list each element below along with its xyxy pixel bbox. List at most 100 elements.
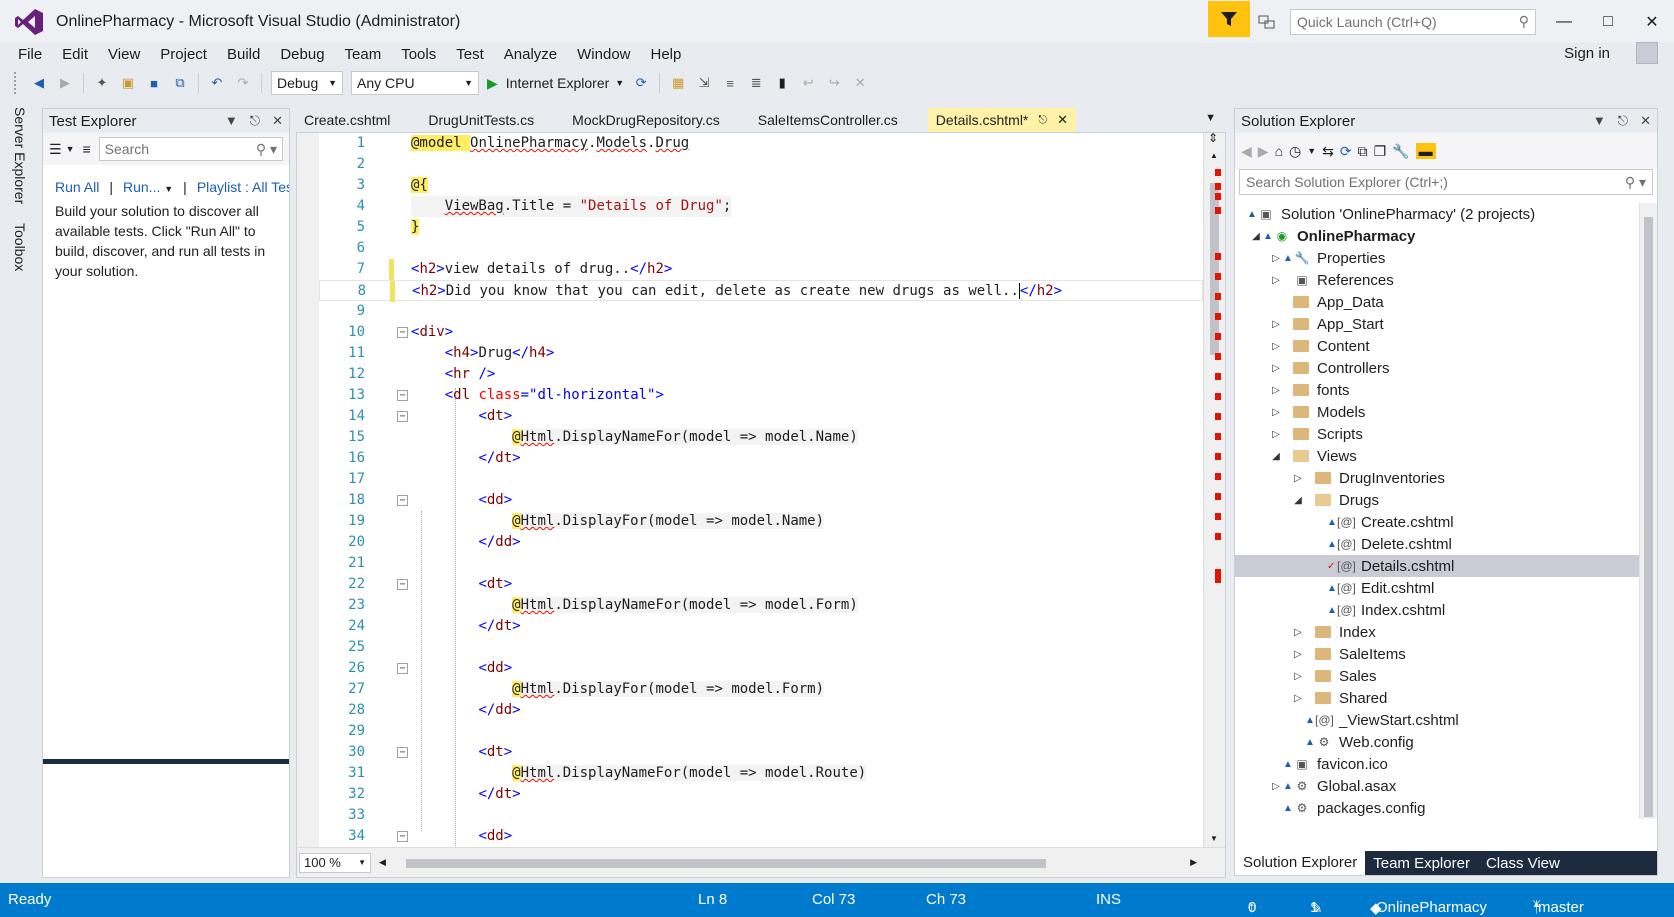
code-line[interactable]: 13 − <dl class="dl-horizontal"> xyxy=(319,385,1203,406)
collapsed-icon[interactable]: ▷ xyxy=(1269,407,1283,418)
minimize-button[interactable]: — xyxy=(1542,4,1586,40)
collapsed-icon[interactable]: ▷ xyxy=(1269,363,1283,374)
code-line[interactable]: 26 − <dd> xyxy=(319,658,1203,679)
code-line[interactable]: 10 − <div> xyxy=(319,322,1203,343)
zoom-select[interactable]: 100 % ▼ xyxy=(299,852,371,873)
error-marker[interactable] xyxy=(1215,207,1221,214)
tab-team-explorer[interactable]: Team Explorer xyxy=(1365,855,1478,872)
save-all-icon[interactable]: ⧉ xyxy=(169,72,191,94)
error-marker[interactable] xyxy=(1215,533,1221,540)
code-line[interactable]: 31 @Html.DisplayNameFor(model => model.R… xyxy=(319,763,1203,784)
tree-node-index-cshtml[interactable]: ▲ [@] Index.cshtml xyxy=(1327,599,1445,621)
scroll-left-icon[interactable]: ◀ xyxy=(379,857,386,868)
expanded-icon[interactable]: ◢ xyxy=(1269,451,1283,462)
split-icon[interactable]: ⇕ xyxy=(1208,133,1218,145)
menu-test[interactable]: Test xyxy=(446,46,494,63)
undo-icon[interactable]: ↶ xyxy=(206,72,228,94)
tree-node-solution[interactable]: ▲ ▣ Solution 'OnlinePharmacy' (2 projects) xyxy=(1247,203,1535,225)
scroll-right-icon[interactable]: ▶ xyxy=(1190,857,1197,868)
back-icon[interactable]: ◀ xyxy=(1241,143,1252,160)
step-over-icon[interactable]: ⇲ xyxy=(693,72,715,94)
preview-selected-icon[interactable]: ▬ xyxy=(1415,143,1436,159)
window-position-icon[interactable]: ▼ xyxy=(1593,113,1606,129)
tab-create-cshtml[interactable]: Create.cshtml xyxy=(296,108,398,132)
code-line[interactable]: 14 − <dt> xyxy=(319,406,1203,427)
code-line[interactable]: 12 <hr /> xyxy=(319,364,1203,385)
group-by-icon[interactable]: ☰ xyxy=(49,141,62,158)
bookmark-icon[interactable]: ▮ xyxy=(771,72,793,94)
scroll-up-icon[interactable]: ▲ xyxy=(1210,151,1218,160)
tab-details-cshtml[interactable]: Details.cshtml* ⎋ ✕ xyxy=(927,108,1076,132)
code-line[interactable]: 28 </dd> xyxy=(319,700,1203,721)
redo-icon[interactable]: ↷ xyxy=(232,72,254,94)
code-line[interactable]: 3 @{ xyxy=(319,175,1203,196)
server-explorer-tab[interactable]: Server Explorer xyxy=(12,107,28,204)
collapse-icon[interactable]: − xyxy=(397,747,408,758)
error-marker[interactable] xyxy=(1215,253,1221,260)
error-marker[interactable] xyxy=(1215,273,1221,280)
tree-node-packages-config[interactable]: ▲ ⚙ packages.config xyxy=(1283,797,1425,819)
tab-list-dropdown-icon[interactable]: ▼ xyxy=(1205,112,1216,124)
properties-icon[interactable]: 🔧 xyxy=(1392,143,1409,160)
refresh-icon[interactable]: ⟳ xyxy=(1340,143,1352,160)
error-marker[interactable] xyxy=(1215,313,1221,320)
toolbox-tab[interactable]: Toolbox xyxy=(12,223,28,271)
tree-node-scripts[interactable]: ▷ Scripts xyxy=(1269,423,1363,445)
collapse-icon[interactable]: − xyxy=(397,831,408,842)
error-marker[interactable] xyxy=(1215,353,1221,360)
new-project-icon[interactable]: ✦ xyxy=(91,72,113,94)
tab-drugunittests-cs[interactable]: DrugUnitTests.cs xyxy=(420,108,542,132)
error-marker[interactable] xyxy=(1215,293,1221,300)
error-marker[interactable] xyxy=(1215,413,1221,420)
pin-icon[interactable]: ⎋ xyxy=(1038,108,1047,132)
code-line[interactable]: 19 @Html.DisplayFor(model => model.Name) xyxy=(319,511,1203,532)
tab-saleitemscontroller-cs[interactable]: SaleItemsController.cs xyxy=(750,108,906,132)
collapsed-icon[interactable]: ▷ xyxy=(1291,649,1305,660)
menu-view[interactable]: View xyxy=(98,46,150,63)
collapsed-icon[interactable]: ▷ xyxy=(1269,385,1283,396)
quick-launch-input[interactable]: Quick Launch (Ctrl+Q) ⚲ xyxy=(1290,8,1536,35)
pin-icon[interactable]: ⎋ xyxy=(250,113,260,129)
collapsed-icon[interactable]: ▷ xyxy=(1269,253,1283,264)
error-marker[interactable] xyxy=(1215,453,1221,460)
code-line[interactable]: 21 xyxy=(319,553,1203,574)
code-line[interactable]: 18 − <dd> xyxy=(319,490,1203,511)
browser-link-icon[interactable]: ▦ xyxy=(667,72,689,94)
error-marker[interactable] xyxy=(1215,183,1221,190)
playlist-link[interactable]: Playlist : All Tests xyxy=(197,179,289,195)
close-window-button[interactable]: ✕ xyxy=(1630,4,1674,40)
code-line[interactable]: 11 <h4>Drug</h4> xyxy=(319,343,1203,364)
code-line[interactable]: 24 </dt> xyxy=(319,616,1203,637)
editor-horizontal-scrollbar[interactable] xyxy=(396,856,1180,870)
forward-icon[interactable]: ▶ xyxy=(1258,143,1269,160)
code-line[interactable]: 33 xyxy=(319,805,1203,826)
tree-node-delete-cshtml[interactable]: ▲ [@] Delete.cshtml xyxy=(1327,533,1452,555)
menu-window[interactable]: Window xyxy=(567,46,640,63)
code-line[interactable]: 16 </dt> xyxy=(319,448,1203,469)
collapsed-icon[interactable]: ▷ xyxy=(1269,429,1283,440)
navigate-forward-icon[interactable]: ▶ xyxy=(54,72,76,94)
code-line[interactable]: 25 xyxy=(319,637,1203,658)
collapse-icon[interactable]: − xyxy=(397,663,408,674)
navigate-back-icon[interactable]: ◀ xyxy=(28,72,50,94)
code-line[interactable]: 9 xyxy=(319,301,1203,322)
expanded-icon[interactable]: ◢ xyxy=(1291,495,1305,506)
pending-changes-filter-icon[interactable]: ◷ xyxy=(1289,143,1301,160)
tree-node-saleitems[interactable]: ▷ SaleItems xyxy=(1291,643,1406,665)
error-marker[interactable] xyxy=(1215,393,1221,400)
editor-vertical-scrollbar[interactable]: ⇕ ▲ ▼ xyxy=(1203,133,1225,847)
error-marker[interactable] xyxy=(1215,569,1221,583)
code-line[interactable]: 20 </dd> xyxy=(319,532,1203,553)
close-tab-icon[interactable]: ✕ xyxy=(1057,108,1068,132)
error-marker[interactable] xyxy=(1215,473,1221,480)
uncomment-icon[interactable]: ≣ xyxy=(745,72,767,94)
solution-search-input[interactable]: Search Solution Explorer (Ctrl+;) ⚲ ▾ xyxy=(1239,169,1653,195)
collapsed-icon[interactable]: ▷ xyxy=(1291,693,1305,704)
tree-node-druginventories[interactable]: ▷ DrugInventories xyxy=(1291,467,1445,489)
sync-icon[interactable]: ⇆ xyxy=(1322,143,1334,160)
error-marker[interactable] xyxy=(1215,373,1221,380)
code-line[interactable]: 17 xyxy=(319,469,1203,490)
scroll-thumb[interactable] xyxy=(1644,217,1653,817)
tree-node-shared[interactable]: ▷ Shared xyxy=(1291,687,1387,709)
window-position-icon[interactable]: ▼ xyxy=(225,113,238,129)
